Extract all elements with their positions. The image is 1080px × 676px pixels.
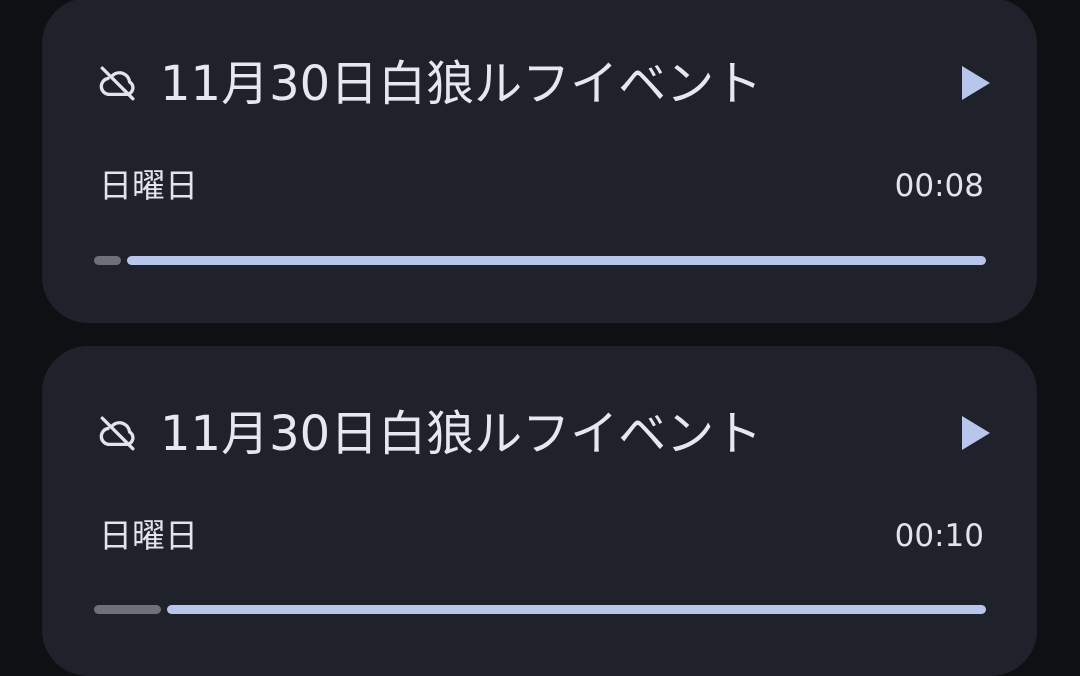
recording-title: 11月30日白狼ルフイベント <box>160 56 763 112</box>
recording-title: 11月30日白狼ルフイベント <box>160 406 763 462</box>
play-icon[interactable] <box>960 414 992 452</box>
cloud-off-icon <box>99 66 135 101</box>
recording-day: 日曜日 <box>99 166 198 205</box>
recording-card[interactable]: 11月30日白狼ルフイベント 日曜日 00:08 <box>42 0 1037 323</box>
progress-bar[interactable] <box>94 605 986 614</box>
progress-played <box>94 256 121 265</box>
progress-remaining <box>127 256 986 265</box>
recording-card[interactable]: 11月30日白狼ルフイベント 日曜日 00:10 <box>42 346 1037 676</box>
cloud-off-icon <box>99 416 135 451</box>
progress-played <box>94 605 161 614</box>
recording-duration: 00:08 <box>894 168 984 204</box>
recording-day: 日曜日 <box>99 516 198 555</box>
progress-remaining <box>167 605 986 614</box>
recording-duration: 00:10 <box>894 518 984 554</box>
progress-bar[interactable] <box>94 256 986 265</box>
play-icon[interactable] <box>960 64 992 102</box>
